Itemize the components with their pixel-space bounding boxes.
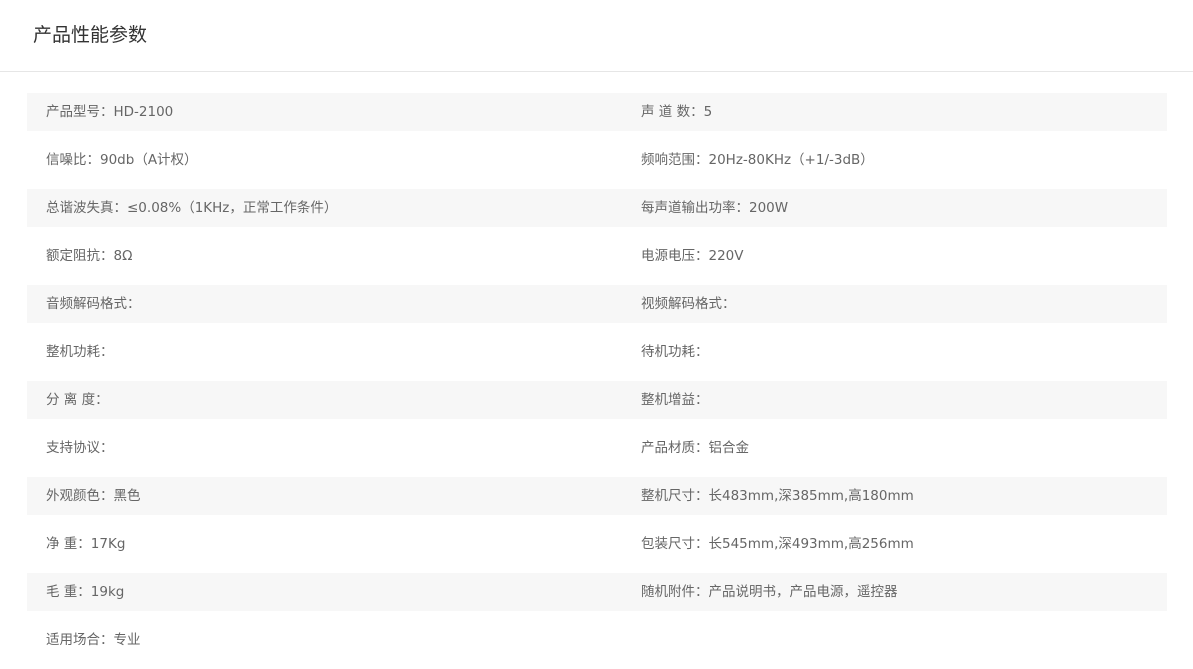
spec-cell-left: 支持协议： — [46, 440, 114, 456]
spec-row: 分 离 度： 整机增益： — [27, 381, 1167, 429]
spec-cell-left: 毛 重：19kg — [46, 584, 125, 600]
spec-row: 外观颜色：黑色 整机尺寸：长483mm,深385mm,高180mm — [27, 477, 1167, 525]
spec-cell-right: 视频解码格式： — [641, 296, 736, 312]
row-background — [27, 381, 1167, 419]
spec-cell-left: 分 离 度： — [46, 392, 109, 408]
page-title: 产品性能参数 — [33, 24, 148, 46]
spec-row: 额定阻抗：8Ω 电源电压：220V — [27, 237, 1167, 285]
spec-cell-left: 产品型号：HD-2100 — [46, 104, 174, 120]
spec-cell-right: 待机功耗： — [641, 344, 709, 360]
spec-row: 整机功耗： 待机功耗： — [27, 333, 1167, 381]
spec-cell-right: 声 道 数：5 — [641, 104, 713, 120]
spec-cell-right: 随机附件：产品说明书，产品电源，遥控器 — [641, 584, 898, 600]
row-background — [27, 573, 1167, 611]
row-background — [27, 93, 1167, 131]
spec-cell-left: 外观颜色：黑色 — [46, 488, 141, 504]
spec-cell-left: 整机功耗： — [46, 344, 114, 360]
spec-cell-right: 整机增益： — [641, 392, 709, 408]
spec-cell-right: 频响范围：20Hz-80KHz（+1/-3dB） — [641, 152, 874, 168]
spec-cell-left: 信噪比：90db（A计权） — [46, 152, 198, 168]
spec-table: 产品型号：HD-2100 声 道 数：5 信噪比：90db（A计权） 频响范围：… — [27, 93, 1167, 669]
spec-cell-left: 净 重：17Kg — [46, 536, 126, 552]
spec-cell-right: 产品材质：铝合金 — [641, 440, 749, 456]
section-header: 产品性能参数 — [0, 0, 1193, 72]
row-background — [27, 477, 1167, 515]
spec-cell-right: 电源电压：220V — [641, 248, 744, 264]
spec-cell-right: 整机尺寸：长483mm,深385mm,高180mm — [641, 488, 914, 504]
spec-cell-right: 每声道输出功率：200W — [641, 200, 789, 216]
spec-row: 总谐波失真：≤0.08%（1KHz，正常工作条件） 每声道输出功率：200W — [27, 189, 1167, 237]
spec-cell-right: 包装尺寸：长545mm,深493mm,高256mm — [641, 536, 914, 552]
spec-row: 信噪比：90db（A计权） 频响范围：20Hz-80KHz（+1/-3dB） — [27, 141, 1167, 189]
spec-cell-left: 总谐波失真：≤0.08%（1KHz，正常工作条件） — [46, 200, 338, 216]
spec-row: 毛 重：19kg 随机附件：产品说明书，产品电源，遥控器 — [27, 573, 1167, 621]
spec-row: 支持协议： 产品材质：铝合金 — [27, 429, 1167, 477]
row-background — [27, 285, 1167, 323]
spec-cell-left: 音频解码格式： — [46, 296, 141, 312]
spec-cell-left: 额定阻抗：8Ω — [46, 248, 133, 264]
spec-row: 音频解码格式： 视频解码格式： — [27, 285, 1167, 333]
spec-row: 产品型号：HD-2100 声 道 数：5 — [27, 93, 1167, 141]
spec-row: 适用场合：专业 — [27, 621, 1167, 669]
spec-cell-left: 适用场合：专业 — [46, 632, 141, 648]
spec-row: 净 重：17Kg 包装尺寸：长545mm,深493mm,高256mm — [27, 525, 1167, 573]
